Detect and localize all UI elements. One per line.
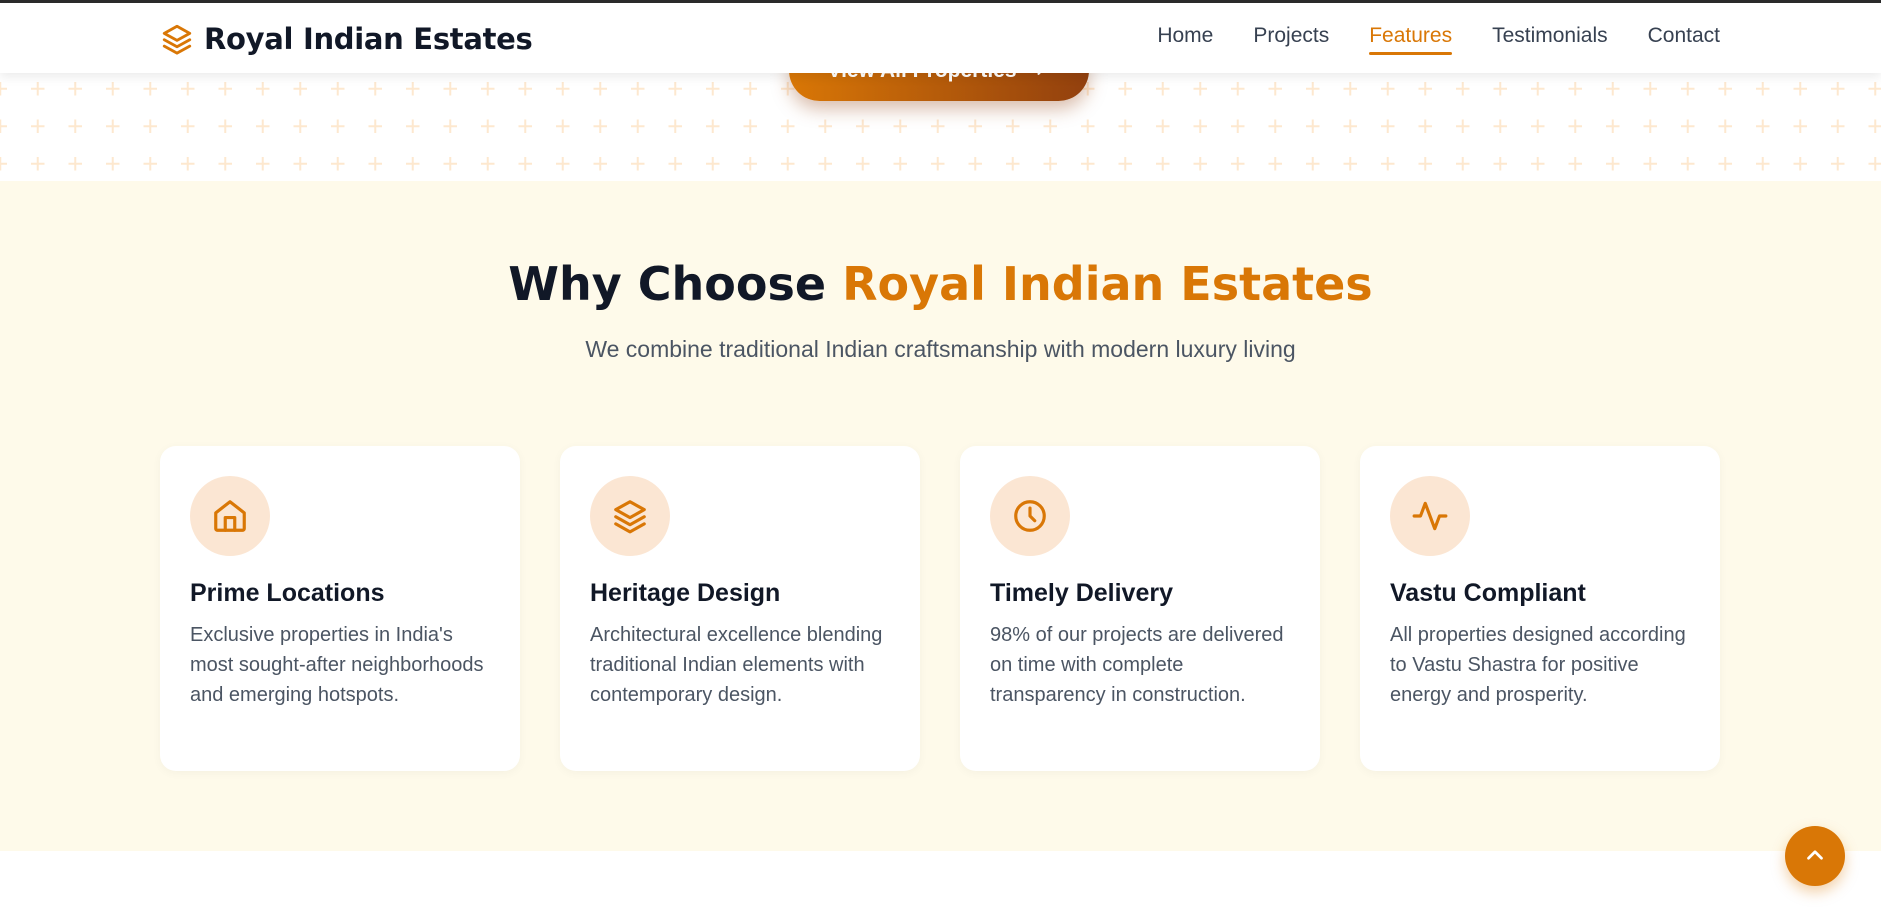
feature-card-description: Exclusive properties in India's most sou… — [190, 624, 484, 706]
brand-logo-link[interactable]: Royal Indian Estates — [160, 19, 533, 59]
feature-card-description: 98% of our projects are delivered on tim… — [990, 624, 1284, 706]
feature-card-title: Prime Locations — [190, 579, 385, 607]
section-title-accent: Royal Indian Estates — [842, 257, 1373, 311]
home-icon — [190, 476, 270, 556]
feature-cards: Prime Locations Exclusive properties in … — [160, 446, 1720, 771]
chevron-up-icon — [1802, 842, 1828, 871]
clock-icon — [990, 476, 1070, 556]
features-section: Why Choose Royal Indian Estates We combi… — [0, 181, 1881, 851]
brand-name: Royal Indian Estates — [204, 22, 533, 56]
layers-icon — [160, 22, 194, 56]
section-title-main: Why Choose — [508, 257, 843, 311]
feature-card-description: Architectural excellence blending tradit… — [590, 624, 883, 706]
nav-item-features[interactable]: Features — [1369, 24, 1452, 55]
scroll-to-top-button[interactable] — [1785, 826, 1845, 886]
feature-card-timely-delivery: Timely Delivery 98% of our projects are … — [960, 446, 1320, 771]
nav-item-projects[interactable]: Projects — [1253, 24, 1329, 52]
activity-icon — [1390, 476, 1470, 556]
nav-item-home[interactable]: Home — [1157, 24, 1213, 52]
section-subtitle: We combine traditional Indian craftsmans… — [585, 336, 1296, 362]
section-title: Why Choose Royal Indian Estates — [0, 257, 1881, 311]
nav-item-contact[interactable]: Contact — [1648, 24, 1720, 52]
nav-item-testimonials[interactable]: Testimonials — [1492, 24, 1608, 52]
window-top-border — [0, 0, 1881, 3]
main-nav: Home Projects Features Testimonials Cont… — [1157, 24, 1720, 55]
feature-card-vastu-compliant: Vastu Compliant All properties designed … — [1360, 446, 1720, 771]
layers-icon — [590, 476, 670, 556]
navbar: Royal Indian Estates Home Projects Featu… — [0, 3, 1881, 73]
feature-card-title: Timely Delivery — [990, 579, 1173, 607]
feature-card-title: Heritage Design — [590, 579, 781, 607]
feature-card-heritage-design: Heritage Design Architectural excellence… — [560, 446, 920, 771]
feature-card-description: All properties designed according to Vas… — [1390, 624, 1686, 706]
feature-card-prime-locations: Prime Locations Exclusive properties in … — [160, 446, 520, 771]
feature-card-title: Vastu Compliant — [1390, 579, 1586, 607]
